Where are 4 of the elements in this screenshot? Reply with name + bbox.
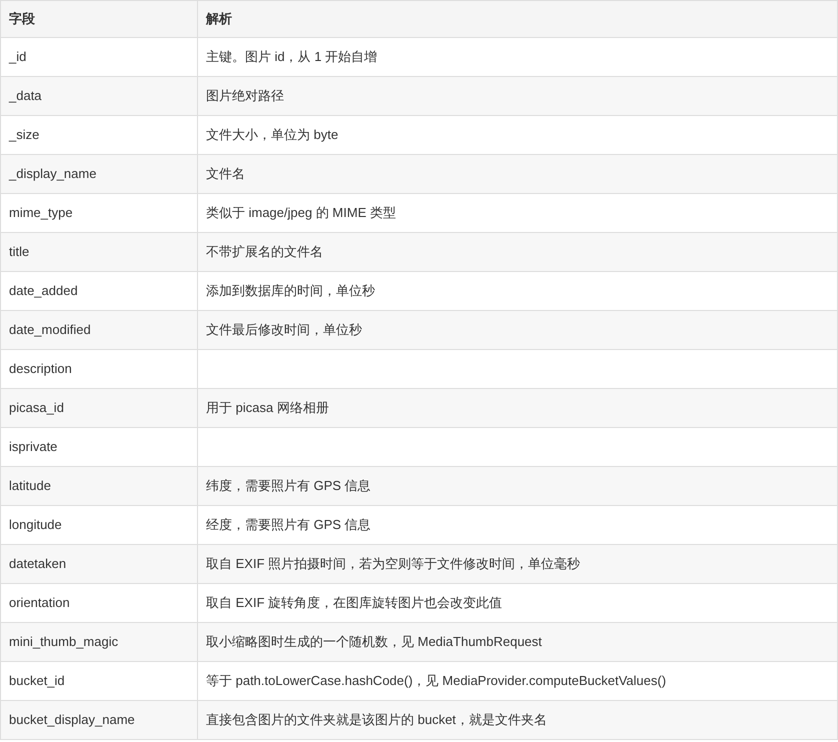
table-cell: 直接包含图片的文件夹就是该图片的 bucket，就是文件夹名: [198, 700, 838, 740]
column-header: 解析: [198, 0, 838, 38]
column-header: 字段: [0, 0, 198, 38]
table-cell: bucket_display_name: [0, 700, 198, 740]
